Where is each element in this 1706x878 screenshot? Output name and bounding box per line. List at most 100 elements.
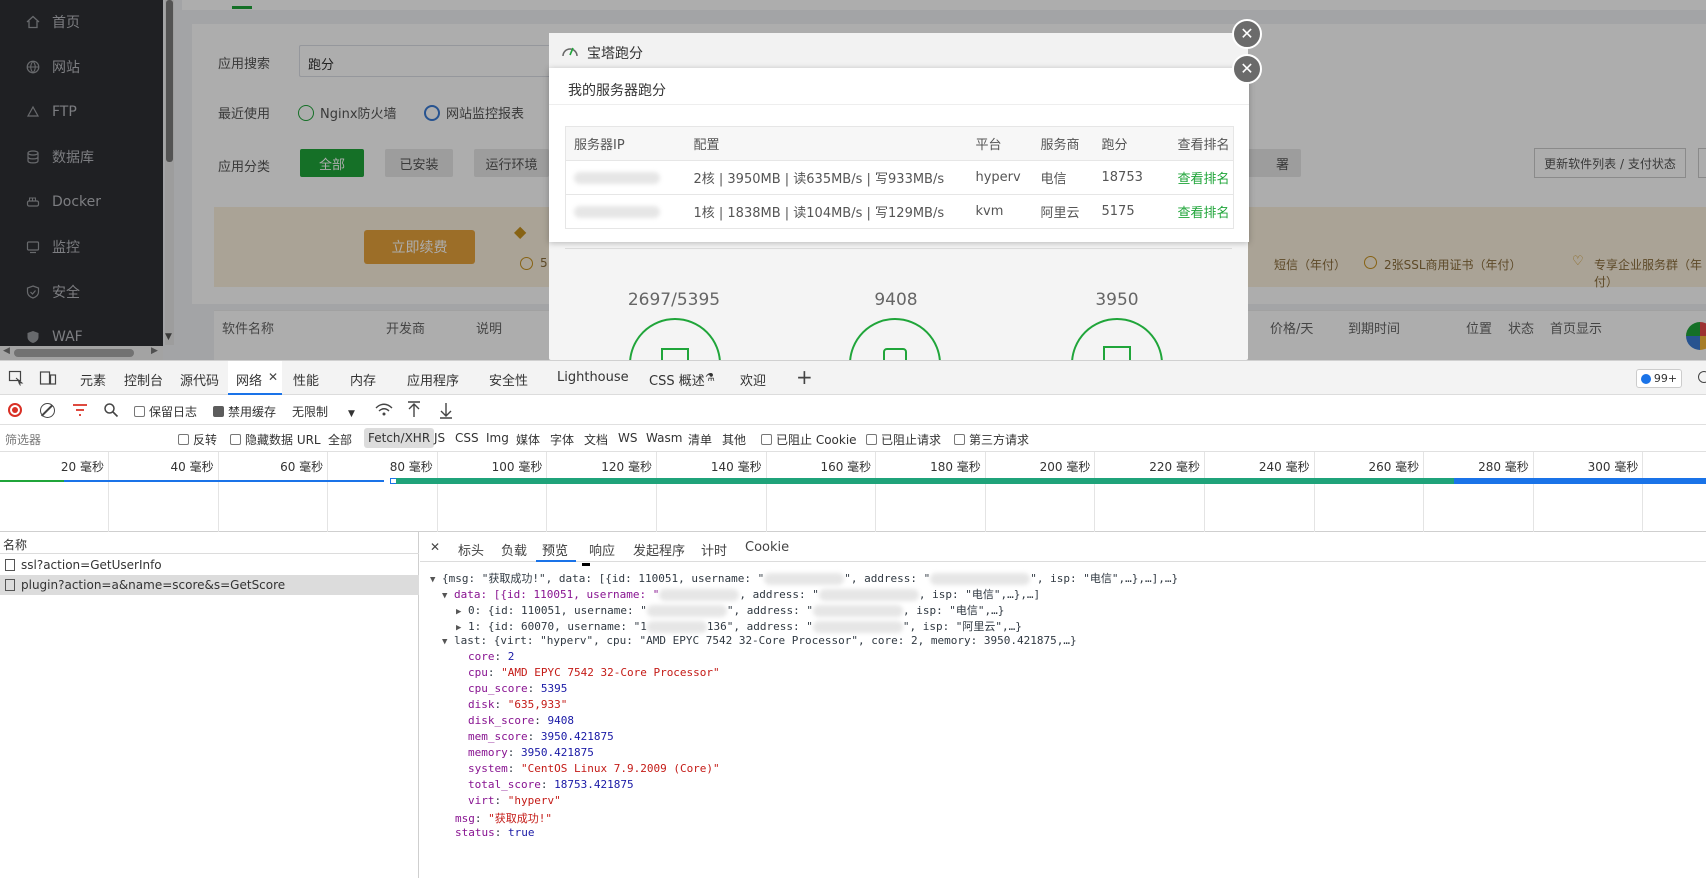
- redacted-value: [818, 589, 919, 601]
- tab-application[interactable]: 应用程序: [407, 370, 459, 389]
- json-data-item-0[interactable]: ▶ 0: {id: 110051, username: " ", address:…: [456, 602, 1004, 618]
- filter-media[interactable]: 媒体: [516, 431, 540, 448]
- filter-font[interactable]: 字体: [550, 431, 574, 448]
- tab-headers[interactable]: 标头: [458, 540, 484, 559]
- config-cell: 2核 | 3950MB | 读635MB/s | 写933MB/s: [685, 160, 968, 195]
- devtools-tabbar: 元素 控制台 源代码 网络 ✕ 性能 内存 应用程序 安全性 Lighthous…: [0, 361, 1706, 395]
- network-toolbar: 保留日志 禁用缓存 无限制 ▼: [0, 395, 1706, 425]
- redacted-value: [930, 573, 1031, 585]
- hide-data-urls-checkbox[interactable]: 隐藏数据 URL: [230, 431, 321, 448]
- server-ip-cell: [565, 160, 686, 195]
- tab-sources[interactable]: 源代码: [180, 370, 219, 389]
- filter-fetch-xhr[interactable]: Fetch/XHR: [364, 428, 435, 448]
- filter-manifest[interactable]: 清单: [688, 431, 712, 448]
- filter-doc[interactable]: 文档: [584, 431, 608, 448]
- tab-timing[interactable]: 计时: [701, 540, 727, 559]
- request-row-selected[interactable]: plugin?action=a&name=score&s=GetScore: [0, 575, 419, 595]
- blocked-requests-checkbox[interactable]: 已阻止请求: [866, 431, 941, 448]
- filter-input[interactable]: 筛选器: [5, 431, 165, 448]
- add-tab-icon[interactable]: +: [796, 365, 813, 389]
- tab-memory[interactable]: 内存: [350, 370, 376, 389]
- server-score-table: 服务器IP 配置 平台 服务商 跑分 查看排名 2核 | 3950MB | 读6…: [565, 126, 1234, 229]
- settings-gear-icon[interactable]: [1698, 371, 1706, 383]
- clear-icon[interactable]: [40, 403, 55, 418]
- filter-ws[interactable]: WS: [618, 431, 637, 445]
- blocked-cookies-checkbox[interactable]: 已阻止 Cookie: [761, 431, 857, 448]
- filter-other[interactable]: 其他: [722, 431, 746, 448]
- timeline-tick-label: 3: [1648, 458, 1706, 472]
- json-root[interactable]: ▼ {msg: "获取成功!", data: [{id: 110051, use…: [430, 570, 1178, 586]
- tab-console[interactable]: 控制台: [124, 370, 163, 389]
- tab-security[interactable]: 安全性: [489, 370, 528, 389]
- export-har-icon[interactable]: [439, 401, 453, 419]
- close-dialog-button[interactable]: ✕: [1232, 54, 1262, 84]
- json-data-node[interactable]: ▼ data: [{id: 110051, username: ", addre…: [442, 586, 1040, 602]
- config-cell: 1核 | 1838MB | 读104MB/s | 写129MB/s: [685, 194, 968, 229]
- timeline-gridline: [1423, 452, 1425, 532]
- disk-score-value: 9408: [874, 290, 918, 310]
- tab-payload[interactable]: 负载: [501, 540, 527, 559]
- filter-all[interactable]: 全部: [328, 431, 352, 448]
- tab-response[interactable]: 响应: [589, 540, 615, 559]
- network-conditions-icon[interactable]: [375, 403, 393, 417]
- tab-lighthouse[interactable]: Lighthouse: [557, 370, 629, 385]
- memory-score-value: 3950: [1095, 290, 1139, 310]
- tab-performance[interactable]: 性能: [293, 370, 319, 389]
- col-provider: 服务商: [1032, 126, 1094, 161]
- view-rank-link[interactable]: 查看排名: [1178, 206, 1230, 221]
- tab-initiator[interactable]: 发起程序: [633, 540, 685, 559]
- tab-elements[interactable]: 元素: [80, 370, 106, 389]
- tab-css-overview[interactable]: CSS 概述: [649, 370, 705, 389]
- filter-js[interactable]: JS: [434, 431, 445, 445]
- issues-badge[interactable]: 99+: [1636, 369, 1682, 388]
- devtools-panel: 元素 控制台 源代码 网络 ✕ 性能 内存 应用程序 安全性 Lighthous…: [0, 360, 1706, 878]
- inspect-element-icon[interactable]: [8, 370, 24, 386]
- table-row: 1核 | 1838MB | 读104MB/s | 写129MB/s kvm 阿里…: [565, 194, 1234, 229]
- close-tab-icon[interactable]: ✕: [268, 370, 278, 384]
- filter-wasm[interactable]: Wasm: [646, 431, 682, 445]
- tab-preview[interactable]: 预览: [536, 532, 576, 562]
- message-icon: [1640, 373, 1651, 384]
- timeline-gridline: [327, 452, 329, 532]
- json-field: total_score: 18753.421875: [468, 778, 634, 791]
- invert-checkbox[interactable]: 反转: [178, 431, 217, 448]
- json-data-item-1[interactable]: ▶ 1: {id: 60070, username: "1 136", addre…: [456, 618, 1022, 634]
- record-icon[interactable]: [8, 403, 22, 417]
- preserve-log-checkbox[interactable]: 保留日志: [134, 403, 197, 420]
- import-har-icon[interactable]: [407, 401, 421, 419]
- col-config: 配置: [685, 126, 968, 161]
- close-icon: ✕: [1240, 59, 1254, 78]
- timeline-tick-label: 300 毫秒: [1587, 460, 1639, 474]
- timeline-gridline: [656, 452, 657, 532]
- tab-network[interactable]: 网络 ✕: [228, 361, 282, 395]
- benchmark-dialog-title: 宝塔跑分: [587, 46, 643, 62]
- redacted-value: [812, 621, 903, 633]
- timeline-tick-label: 180 毫秒: [930, 460, 981, 474]
- score-cell: 5175: [1093, 194, 1170, 229]
- json-last-node[interactable]: ▼ last: {virt: "hyperv", cpu: "AMD EPYC …: [442, 634, 1077, 647]
- throttle-select[interactable]: 无限制 ▼: [292, 403, 355, 420]
- tab-cookies[interactable]: Cookie: [745, 540, 789, 555]
- device-toolbar-icon[interactable]: [39, 370, 57, 386]
- timeline-tick-label: 40 毫秒: [170, 460, 214, 474]
- filter-css[interactable]: CSS: [455, 431, 479, 445]
- filter-img[interactable]: Img: [486, 431, 509, 445]
- filter-icon[interactable]: [72, 403, 88, 417]
- file-icon: [5, 579, 15, 591]
- timeline-tick-label: 280 毫秒: [1478, 460, 1529, 474]
- filter-bar: 筛选器 反转 隐藏数据 URL 全部 Fetch/XHR JS CSS Img …: [0, 425, 1706, 452]
- search-icon[interactable]: [103, 402, 119, 418]
- network-timeline[interactable]: 20 毫秒 40 毫秒 60 毫秒 80 毫秒 100 毫秒 120 毫秒 140 毫秒 16…: [0, 452, 1706, 532]
- request-row[interactable]: ssl?action=GetUserInfo: [0, 555, 419, 575]
- close-details-icon[interactable]: ✕: [430, 540, 440, 554]
- tab-welcome[interactable]: 欢迎: [740, 370, 766, 389]
- disable-cache-checkbox[interactable]: 禁用缓存: [213, 403, 276, 420]
- details-tabbar: ✕ 标头 负载 预览 响应 发起程序 计时 Cookie: [420, 532, 1706, 562]
- request-list-header[interactable]: 名称: [0, 532, 419, 554]
- close-back-dialog-button[interactable]: ✕: [1232, 19, 1262, 49]
- json-field: cpu: "AMD EPYC 7542 32-Core Processor": [468, 666, 720, 679]
- provider-cell: 电信: [1032, 160, 1094, 195]
- third-party-checkbox[interactable]: 第三方请求: [954, 431, 1029, 448]
- timeline-gridline: [436, 452, 438, 532]
- view-rank-link[interactable]: 查看排名: [1178, 172, 1230, 187]
